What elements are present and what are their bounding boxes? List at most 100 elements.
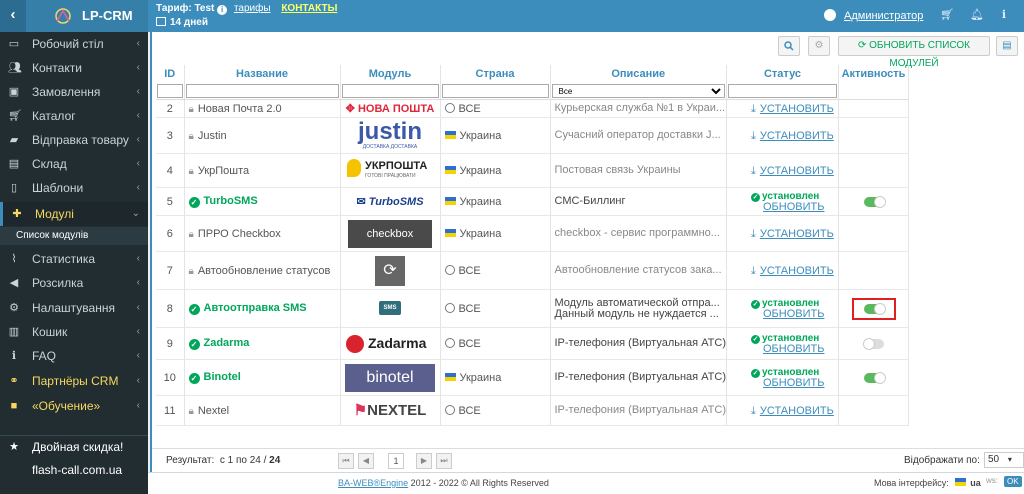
chevron-left-icon: ‹ [136, 253, 140, 264]
sidebar-toggle-button[interactable]: ‹ [0, 0, 26, 32]
sidebar-item-partners[interactable]: ⚭ Партнёры CRM ‹ [0, 369, 148, 393]
filter-name-input[interactable] [185, 84, 339, 98]
filter-description-select[interactable]: Все [551, 84, 725, 98]
table-row[interactable]: 3 🔒︎ Justin justin ДОСТАВКА ДОСТАВКА Украи… [156, 117, 909, 154]
brand-link[interactable]: BA-WEB®Engine [338, 478, 408, 488]
trash-icon: ▥ [8, 326, 20, 338]
sidebar-item-catalog[interactable]: 🛒︎ Каталог ‹ [0, 104, 148, 128]
table-row[interactable]: 8 ✓ Автоотправка SMS SMS ВСЕ Модуль автом… [156, 289, 909, 328]
globe-icon [444, 102, 455, 113]
table-row[interactable]: 6 🔒︎ ПРРО Checkbox checkbox Украина check… [156, 215, 909, 252]
first-page-button[interactable]: ⏮ [338, 453, 354, 469]
header-activity[interactable]: Активность [838, 65, 909, 83]
next-page-button[interactable]: ▶ [416, 453, 432, 469]
sidebar-item-faq[interactable]: ℹ FAQ ‹ [0, 344, 148, 368]
user-name[interactable]: Администратор [844, 10, 923, 22]
update-button[interactable]: ОБНОВИТЬ [751, 378, 838, 389]
install-button[interactable]: ⤓ УСТАНОВИТЬ [751, 265, 834, 277]
lock-icon: 🔒︎ [188, 228, 194, 240]
chevron-left-icon: ‹ [136, 400, 140, 411]
header-status[interactable]: Статус [726, 65, 839, 83]
money-icon: ▣ [8, 86, 20, 98]
search-button[interactable] [778, 36, 800, 56]
sidebar-item-desktop[interactable]: ▭ Робочий стіл ‹ [0, 32, 148, 56]
description: checkbox - сервис программно... [550, 215, 727, 252]
activity-toggle[interactable] [863, 302, 886, 315]
table-row[interactable]: 9 ✓ Zadarma Zadarma ВСЕ IP-телефония (Вир… [156, 327, 909, 360]
sidebar-item-trash[interactable]: ▥ Кошик ‹ [0, 320, 148, 344]
install-button[interactable]: ⤓ УСТАНОВИТЬ [751, 165, 834, 177]
table-row[interactable]: 10 ✓ Binotel binotel Украина IP-телефония… [156, 359, 909, 396]
update-button[interactable]: ОБНОВИТЬ [751, 202, 838, 213]
sidebar-item-orders[interactable]: ▣ Замовлення ‹ [0, 80, 148, 104]
sidebar-item-modules[interactable]: ✚ Модулі ⌄ [0, 202, 148, 226]
sidebar-item-statistics[interactable]: ⌇ Статистика ‹ [0, 247, 148, 271]
sidebar-item-double-discount[interactable]: ★ Двойная скидка! [0, 435, 148, 459]
country: ВСЕ [458, 102, 481, 115]
sidebar-item-templates[interactable]: ▯ Шаблони ‹ [0, 176, 148, 200]
sidebar-item-contacts[interactable]: 👥︎ Контакти ‹ [0, 56, 148, 80]
download-icon: ⤓ [751, 102, 756, 115]
table-row[interactable]: 11 🔒︎ Nextel ⚑NEXTEL ВСЕ IP-телефония (Ви… [156, 395, 909, 426]
header-name[interactable]: Название [184, 65, 341, 83]
module-logo-turbosms: ✉ TurboSMS [356, 195, 424, 208]
ukraine-flag-icon [444, 196, 456, 205]
language-selector[interactable]: Мова інтерфейсу: ua [874, 478, 981, 488]
filter-id-input[interactable] [157, 84, 183, 98]
filter-country-input[interactable] [441, 84, 549, 98]
install-button[interactable]: ⤓ УСТАНОВИТЬ [751, 130, 834, 142]
globe-icon [444, 302, 455, 313]
filter-status-input[interactable] [728, 84, 837, 98]
activity-toggle[interactable] [863, 371, 886, 384]
cart-icon[interactable]: 🛒︎ [940, 9, 954, 21]
globe-icon [444, 337, 455, 348]
per-page-select[interactable]: 50 ▾ [984, 452, 1024, 468]
header-id[interactable]: ID [156, 65, 185, 83]
country: Украина [459, 227, 502, 240]
table-row[interactable]: 5 ✓ TurboSMS ✉ TurboSMS Украина СМС-Билли… [156, 187, 909, 216]
chevron-left-icon: ‹ [136, 326, 140, 337]
user-menu[interactable]: Администратор [824, 9, 923, 22]
puzzle-icon: ✚ [12, 208, 22, 220]
info-icon[interactable]: i [217, 5, 228, 15]
header-module[interactable]: Модуль [340, 65, 441, 83]
megaphone-icon: ◀ [9, 277, 19, 289]
description-line2: Данный модуль не нуждается ... [554, 307, 719, 320]
prev-page-button[interactable]: ◀ [358, 453, 374, 469]
table-row[interactable]: 4 🔒︎ УкрПошта УКРПОШТА ГОТОВІ ПРАЦЮВАТИ Ук… [156, 153, 909, 188]
info-icon[interactable]: ℹ [998, 9, 1010, 21]
activity-toggle[interactable] [862, 337, 884, 350]
description: Модуль автоматической отпра... [554, 296, 720, 309]
table-row[interactable]: 2 🔒︎ Новая Почта 2.0 ✥ НОВА ПОШТА ВСЕ Кур… [156, 99, 909, 118]
tariffs-link[interactable]: тарифы [234, 3, 271, 14]
page-number-input[interactable]: 1 [388, 453, 404, 469]
refresh-modules-button[interactable]: ⟳ ОБНОВИТЬ СПИСОК МОДУЛЕЙ [838, 36, 990, 69]
module-logo-justin: justin ДОСТАВКА ДОСТАВКА [358, 119, 422, 150]
last-page-button[interactable]: ⏭ [436, 453, 452, 469]
sidebar-item-warehouse[interactable]: ▤ Склад ‹ [0, 152, 148, 176]
module-logo-ukrposhta: УКРПОШТА ГОТОВІ ПРАЦЮВАТИ [345, 156, 435, 186]
sidebar-item-training[interactable]: ■ «Обучение» ‹ [0, 394, 148, 418]
sidebar-item-settings[interactable]: ⚙ Налаштування ‹ [0, 296, 148, 320]
header-description[interactable]: Описание [550, 65, 727, 83]
zadarma-mark [346, 334, 364, 353]
install-button[interactable]: ⤓ УСТАНОВИТЬ [751, 228, 834, 240]
export-button[interactable]: ▤ [996, 36, 1018, 56]
sidebar-item-mailing[interactable]: ◀ Розсилка ‹ [0, 271, 148, 295]
install-button[interactable]: ⤓ УСТАНОВИТЬ [751, 103, 834, 115]
update-button[interactable]: ОБНОВИТЬ [751, 344, 838, 355]
header-country[interactable]: Страна [440, 65, 551, 83]
settings-button[interactable]: ⚙ [808, 36, 830, 56]
update-button[interactable]: ОБНОВИТЬ [751, 309, 838, 320]
install-button[interactable]: ⤓ УСТАНОВИТЬ [751, 405, 834, 417]
warehouse-icon: ▤ [8, 158, 20, 170]
sidebar-item-shipping[interactable]: ▰ Відправка товару ‹ [0, 128, 148, 152]
module-logo-zadarma: Zadarma [344, 333, 436, 355]
bell-icon[interactable]: 🔔︎ [970, 9, 984, 21]
sidebar-subitem-module-list[interactable]: Список модулів [0, 227, 148, 245]
sidebar-item-flash-call[interactable]: flash-call.com.ua [0, 458, 148, 482]
table-row[interactable]: 7 🔒︎ Автообновление статусов ⟳ ВСЕ Автооб… [156, 251, 909, 290]
filter-module-input[interactable] [341, 84, 439, 98]
contacts-link[interactable]: КОНТАКТЫ [281, 3, 337, 14]
activity-toggle[interactable] [863, 195, 886, 208]
